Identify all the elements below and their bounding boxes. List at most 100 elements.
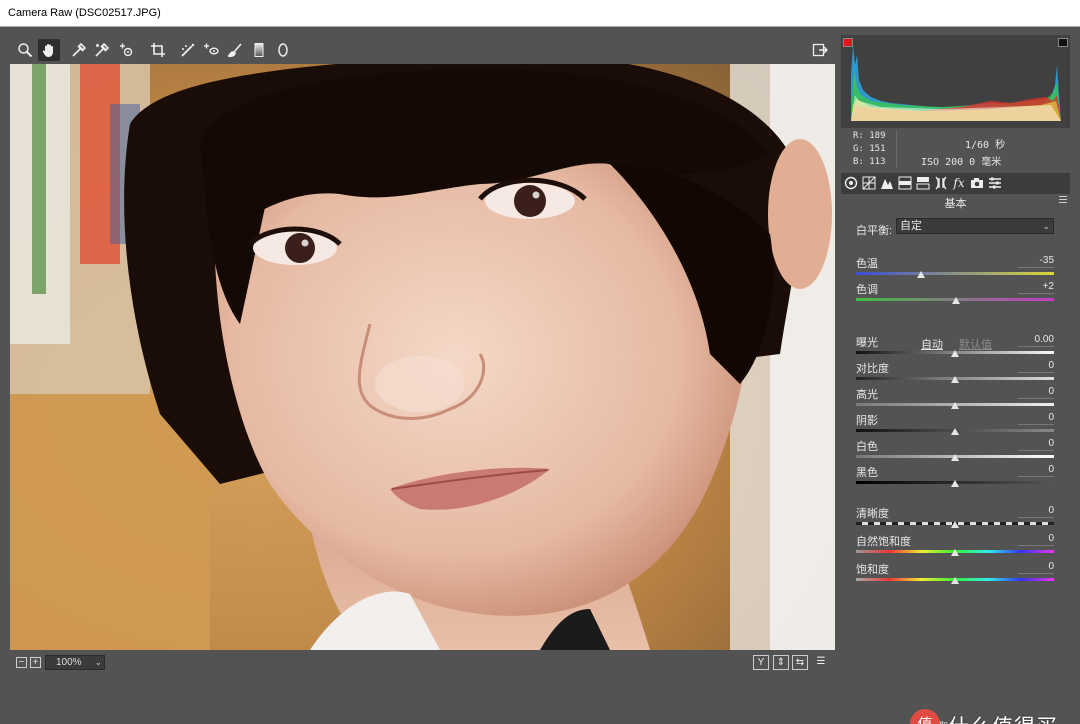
slider-thumb-highlights[interactable] (951, 402, 959, 409)
info-divider (896, 130, 897, 168)
chevron-down-icon: ⌄ (94, 657, 102, 667)
adjustment-brush-icon[interactable] (224, 39, 246, 61)
slider-thumb-blacks[interactable] (951, 480, 959, 487)
slider-label-blacks: 黑色 (856, 467, 878, 479)
tab-effects-icon[interactable]: fx (951, 175, 967, 191)
white-balance-label: 白平衡: (856, 225, 893, 237)
histogram-graph (851, 45, 1061, 121)
slider-thumb-contrast[interactable] (951, 376, 959, 383)
slider-label-whites: 白色 (856, 441, 878, 453)
blue-value: B: 113 (853, 157, 886, 167)
slider-value-blacks[interactable]: 0 (1018, 464, 1054, 477)
tab-detail-icon[interactable] (879, 175, 895, 191)
graduated-filter-icon[interactable] (248, 39, 270, 61)
tab-presets-icon[interactable] (987, 175, 1003, 191)
slider-row-blacks: 黑色 0 (841, 464, 1070, 490)
targeted-adjustment-icon[interactable] (115, 39, 137, 61)
iso-focal-length: ISO 200 0 毫米 (921, 157, 1002, 168)
copy-settings-icon[interactable]: ⇆ (792, 655, 808, 670)
tab-basic-icon[interactable] (843, 175, 859, 191)
slider-value-clarity[interactable]: 0 (1018, 505, 1054, 518)
zoom-icon[interactable] (14, 39, 36, 61)
slider-thumb-tint[interactable] (951, 297, 960, 304)
slider-value-contrast[interactable]: 0 (1018, 360, 1054, 373)
white-balance-icon[interactable] (68, 39, 90, 61)
white-balance-select[interactable]: 自定 ⌄ (896, 218, 1054, 234)
slider-value-whites[interactable]: 0 (1018, 438, 1054, 451)
slider-row-saturation: 饱和度 0 (841, 561, 1070, 587)
tab-camera-calibration-icon[interactable] (969, 175, 985, 191)
slider-thumb-clarity[interactable] (951, 521, 959, 528)
status-bar: − + 100% ⌄ Y ⇕ ⇆ ☰ (10, 650, 835, 676)
slider-value-saturation[interactable]: 0 (1018, 561, 1054, 574)
slider-thumb-temp[interactable] (917, 271, 926, 278)
watermark-text: 什么值得买 (948, 711, 1058, 724)
chevron-down-icon: ⌄ (1042, 221, 1050, 231)
adjustment-panel: R: 189 G: 151 B: 113 1/60 秒 ISO 200 0 毫米 (841, 35, 1070, 675)
image-preview[interactable] (10, 64, 835, 650)
preview-preferences-icon[interactable]: ☰ (813, 655, 829, 670)
slider-row-clarity: 清晰度 0 (841, 505, 1070, 531)
zoom-in-button[interactable]: + (30, 657, 41, 668)
red-value: R: 189 (853, 131, 886, 141)
swap-settings-icon[interactable]: ⇕ (773, 655, 789, 670)
slider-row-vibrance: 自然饱和度 0 (841, 533, 1070, 559)
slider-label-tint: 色调 (856, 284, 878, 296)
hand-icon[interactable] (38, 39, 60, 61)
auto-default-row: 自动 默认值 (841, 336, 1070, 352)
portrait-photo (10, 64, 835, 650)
slider-thumb-exposure[interactable] (951, 350, 959, 357)
tab-tone-curve-icon[interactable] (861, 175, 877, 191)
slider-row-contrast: 对比度 0 (841, 360, 1070, 386)
slider-thumb-shadows[interactable] (951, 428, 959, 435)
slider-row-tint: 色调 +2 (841, 281, 1070, 307)
tab-lens-corrections-icon[interactable] (933, 175, 949, 191)
white-balance-value: 自定 (900, 220, 922, 232)
watermark-badge: 值 (910, 709, 940, 724)
window-title: Camera Raw (DSC02517.JPG) (8, 7, 161, 19)
fullscreen-icon[interactable] (809, 39, 831, 61)
zoom-level-select[interactable]: 100% ⌄ (45, 655, 105, 670)
slider-row-whites: 白色 0 (841, 438, 1070, 464)
slider-label-shadows: 阴影 (856, 415, 878, 427)
zoom-out-button[interactable]: − (16, 657, 27, 668)
slider-value-vibrance[interactable]: 0 (1018, 533, 1054, 546)
histogram (841, 35, 1070, 128)
slider-label-contrast: 对比度 (856, 363, 889, 375)
slider-thumb-whites[interactable] (951, 454, 959, 461)
slider-value-highlights[interactable]: 0 (1018, 386, 1054, 399)
slider-value-temp[interactable]: -35 (1018, 255, 1054, 268)
toolbar (10, 37, 835, 64)
slider-row-highlights: 高光 0 (841, 386, 1070, 412)
crop-icon[interactable] (147, 39, 169, 61)
spot-removal-icon[interactable] (200, 39, 222, 61)
tab-hsl-icon[interactable] (897, 175, 913, 191)
slider-label-temp: 色温 (856, 258, 878, 270)
slider-row-shadows: 阴影 0 (841, 412, 1070, 438)
watermark: 值 取 什么值得买 (908, 707, 1078, 724)
panel-tabs: fx (841, 173, 1070, 194)
tab-split-toning-icon[interactable] (915, 175, 931, 191)
shutter-speed: 1/60 秒 (965, 140, 1006, 151)
panel-menu-icon[interactable] (1059, 196, 1067, 203)
slider-value-shadows[interactable]: 0 (1018, 412, 1054, 425)
slider-value-tint[interactable]: +2 (1018, 281, 1054, 294)
pixel-info: R: 189 G: 151 B: 113 1/60 秒 ISO 200 0 毫米 (841, 128, 1070, 172)
zoom-level-value: 100% (56, 657, 82, 668)
slider-row-temp: 色温 -35 (841, 255, 1070, 281)
slider-thumb-vibrance[interactable] (951, 549, 959, 556)
window-titlebar: Camera Raw (DSC02517.JPG) (0, 0, 1080, 27)
before-after-view-icon[interactable]: Y (753, 655, 769, 670)
section-title: 基本 (944, 198, 967, 210)
straighten-icon[interactable] (177, 39, 199, 61)
slider-thumb-saturation[interactable] (951, 577, 959, 584)
slider-label-saturation: 饱和度 (856, 564, 889, 576)
default-link[interactable]: 默认值 (959, 336, 992, 352)
slider-label-clarity: 清晰度 (856, 508, 889, 520)
color-sampler-icon[interactable] (91, 39, 113, 61)
slider-track-temp[interactable] (856, 272, 1054, 275)
slider-label-vibrance: 自然饱和度 (856, 536, 911, 548)
radial-filter-icon[interactable] (272, 39, 294, 61)
watermark-sub: 取 (939, 719, 948, 724)
auto-link[interactable]: 自动 (921, 336, 943, 352)
